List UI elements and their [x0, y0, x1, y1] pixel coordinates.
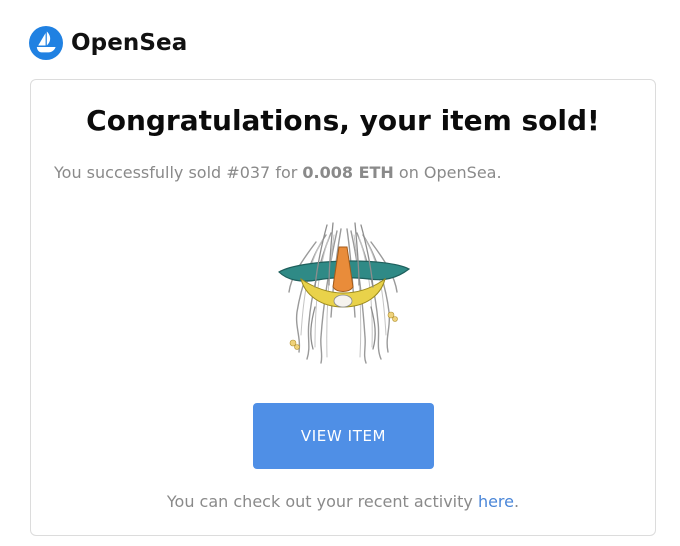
brand-name: OpenSea: [71, 30, 188, 56]
activity-note: You can check out your recent activity h…: [31, 492, 655, 511]
sold-summary: You successfully sold #037 for 0.008 ETH…: [54, 163, 502, 182]
sale-notification-card: Congratulations, your item sold! You suc…: [30, 79, 656, 536]
activity-prefix: You can check out your recent activity: [166, 492, 478, 511]
sold-prefix: You successfully sold #037 for: [54, 163, 303, 182]
opensea-logo-icon: [29, 26, 63, 60]
email-page: OpenSea Congratulations, your item sold!…: [0, 0, 680, 546]
sold-price: 0.008 ETH: [302, 163, 394, 182]
activity-here-link[interactable]: here: [478, 492, 514, 511]
headline: Congratulations, your item sold!: [86, 104, 600, 137]
activity-suffix: .: [514, 492, 520, 511]
view-item-button[interactable]: VIEW ITEM: [253, 403, 434, 469]
brand-header[interactable]: OpenSea: [29, 25, 187, 61]
nft-item-image[interactable]: [271, 217, 416, 367]
sold-suffix: on OpenSea.: [393, 163, 502, 182]
